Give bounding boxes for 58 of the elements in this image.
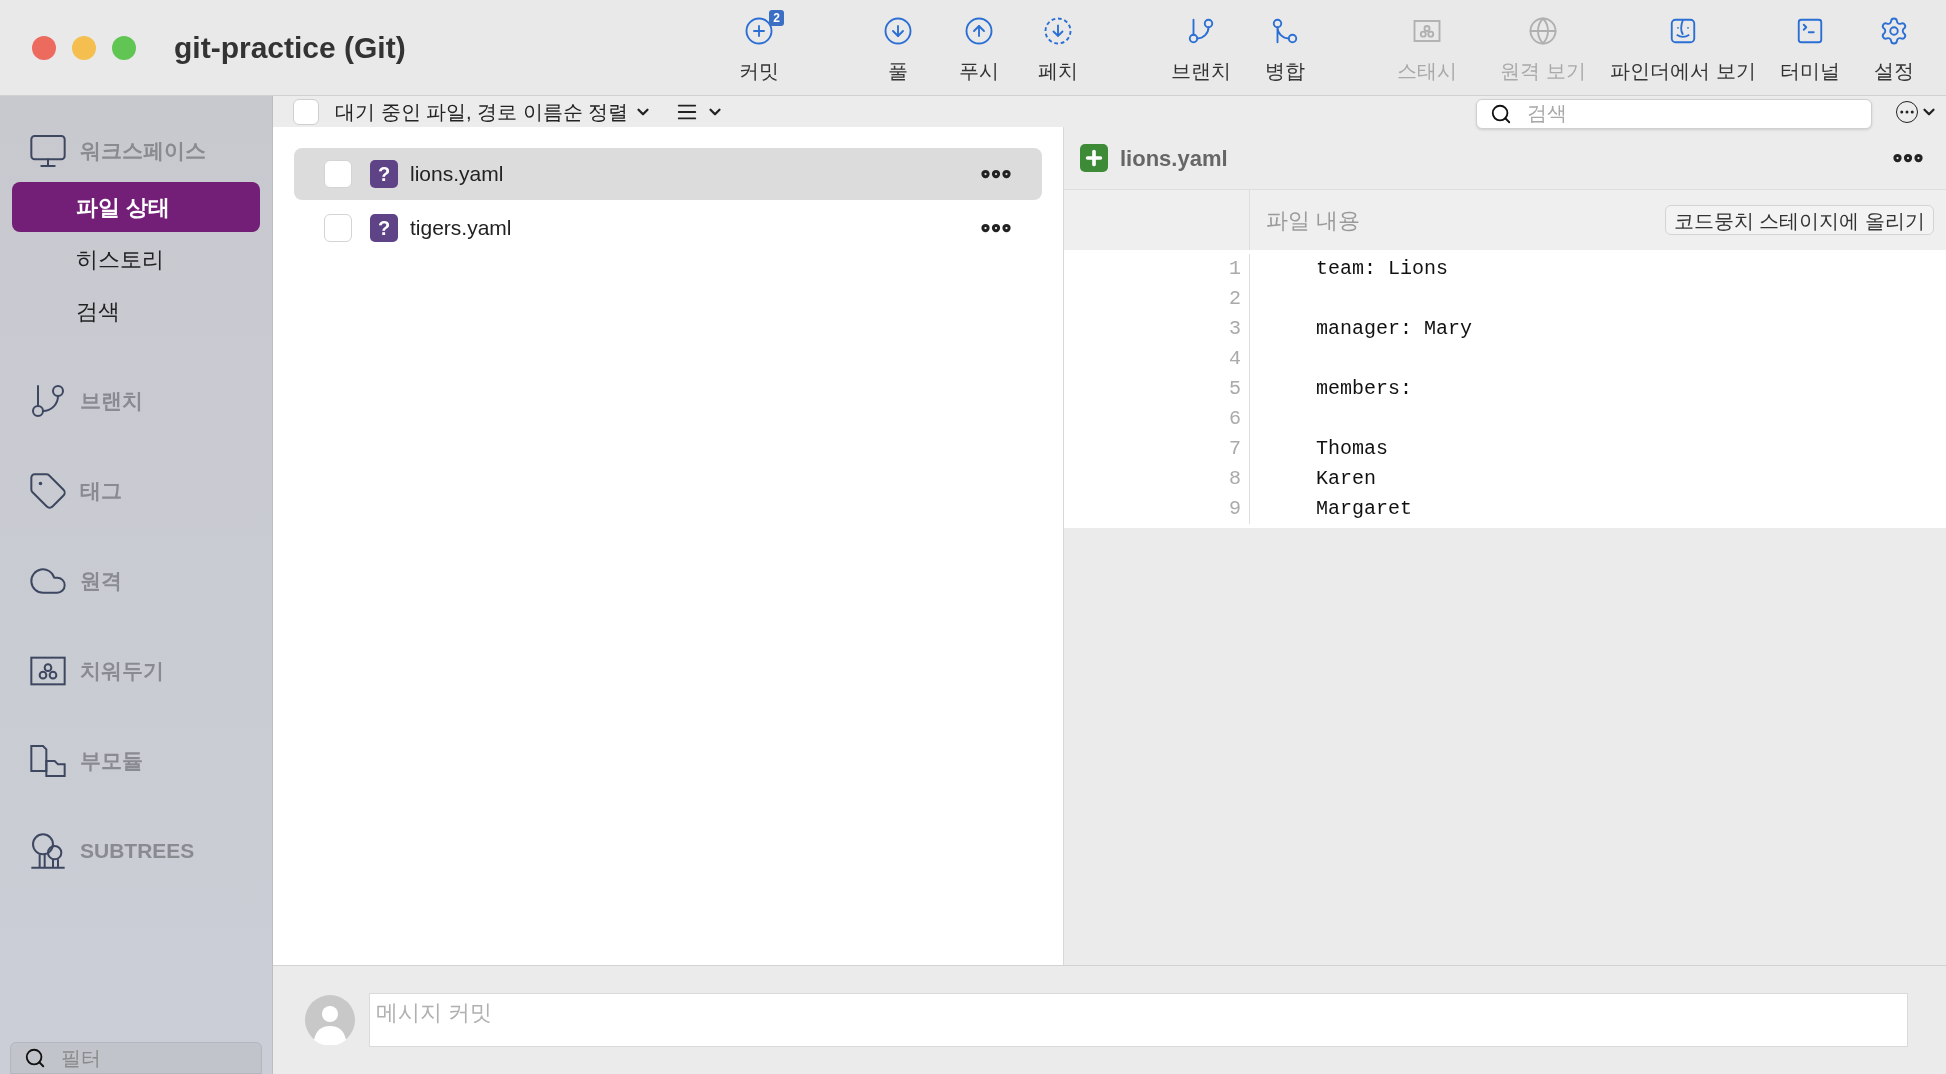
filter-field[interactable]: 필터 (10, 1042, 262, 1074)
line-number: 7 (1229, 436, 1241, 462)
checkbox[interactable] (293, 98, 319, 125)
settings-icon (1879, 15, 1909, 46)
stage-hunk-button[interactable]: 코드뭉치 스테이지에 올리기 (1664, 205, 1934, 235)
checkbox[interactable] (324, 214, 352, 242)
minimize-button[interactable] (72, 35, 96, 60)
file-row[interactable]: ? lions.yaml (294, 148, 1042, 200)
toolbar-button[interactable]: 푸시 (949, 9, 1009, 86)
toolbar-button[interactable]: 파인더에서 보기 (1603, 9, 1763, 86)
trees-icon (28, 831, 68, 871)
code-line: team: Lions (1316, 256, 1449, 282)
window-title: git-practice (Git) (174, 30, 406, 66)
plus-circle-icon (744, 15, 774, 46)
toolbar-button[interactable]: 풀 (868, 9, 928, 86)
tag-icon (28, 471, 68, 511)
search-icon (1490, 102, 1512, 125)
file-name: lions.yaml (410, 161, 504, 188)
checkbox[interactable] (324, 160, 352, 188)
search-icon (24, 1047, 46, 1069)
code-line: Thomas (1316, 436, 1388, 462)
sort-dropdown[interactable]: 대기 중인 파일, 경로 이름순 정렬 (335, 96, 653, 127)
code-line: members: (1316, 376, 1412, 402)
file-name: tigers.yaml (410, 215, 512, 242)
line-number: 6 (1229, 406, 1241, 432)
line-number: 1 (1229, 256, 1241, 282)
search-field[interactable]: 검색 (1476, 98, 1872, 129)
up-arrow-circle-icon (964, 15, 994, 46)
code-line: manager: Mary (1316, 316, 1473, 342)
avatar-icon (305, 995, 355, 1045)
line-number: 8 (1229, 466, 1241, 492)
line-number: 3 (1229, 316, 1241, 342)
toolbar-button[interactable]: 설정 (1864, 9, 1924, 86)
line-number: 5 (1229, 376, 1241, 402)
line-number: 9 (1229, 496, 1241, 522)
sidebar-item[interactable]: 히스토리 (12, 234, 260, 284)
file-row[interactable]: ? tigers.yaml (294, 202, 1042, 254)
zoom-button[interactable] (112, 35, 136, 60)
down-arrow-circle-icon (883, 15, 913, 46)
sidebar-item[interactable]: 파일 상태 (12, 182, 260, 232)
toolbar-button[interactable]: 브랜치 (1161, 9, 1241, 86)
toolbar-button[interactable]: 병합 (1255, 9, 1315, 86)
sidebar-item[interactable]: 검색 (12, 286, 260, 336)
toolbar-button[interactable]: 페치 (1028, 9, 1088, 86)
close-button[interactable] (32, 35, 56, 60)
line-number: 2 (1229, 286, 1241, 312)
code-line: Karen (1316, 466, 1376, 492)
status-badge: ? (370, 160, 398, 188)
commit-message-field[interactable]: 메시지 커밋 (369, 993, 1908, 1047)
status-badge: ? (370, 214, 398, 242)
code-line: Margaret (1316, 496, 1412, 522)
file-name: lions.yaml (1120, 144, 1228, 173)
hunk-title: 파일 내용 (1266, 206, 1361, 235)
toolbar-button[interactable]: 터미널 (1765, 9, 1855, 86)
globe-icon (1528, 15, 1558, 46)
toolbar-button[interactable]: 2 커밋 (719, 9, 799, 86)
line-number: 4 (1229, 346, 1241, 372)
count-badge: 2 (769, 9, 784, 26)
